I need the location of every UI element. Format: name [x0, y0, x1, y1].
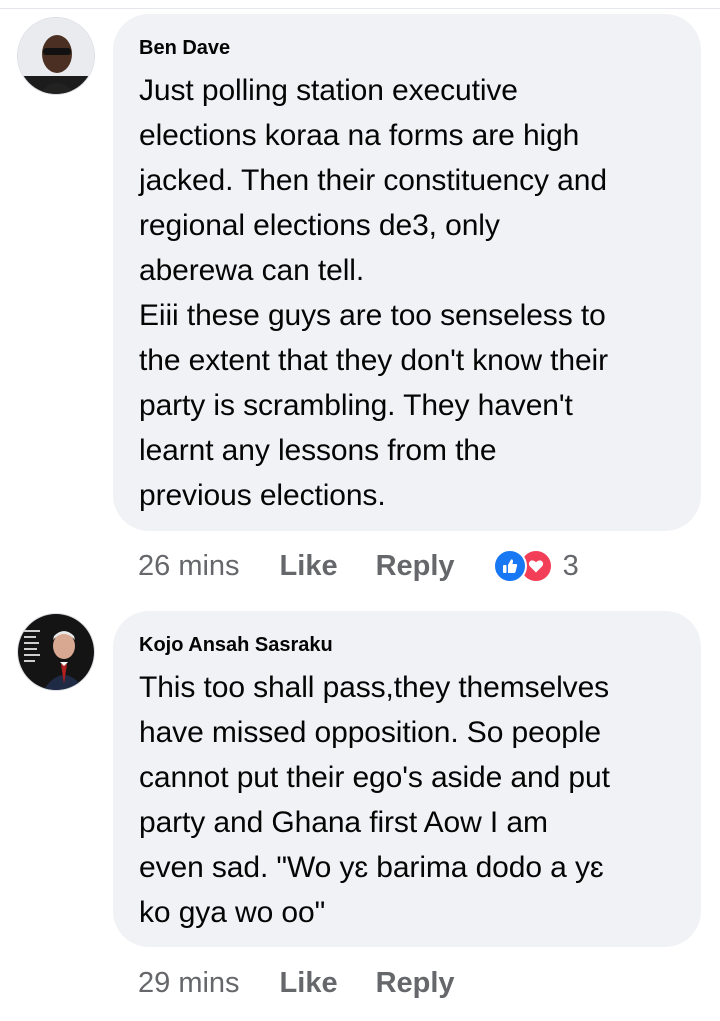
avatar-photo [18, 614, 94, 690]
like-icon [492, 549, 527, 583]
reaction-summary[interactable]: 3 [492, 549, 579, 583]
comment-text: Just polling station executive elections… [139, 74, 608, 512]
comment-bubble: Ben Dave Just polling station executive … [113, 14, 701, 531]
like-button[interactable]: Like [280, 967, 338, 1000]
like-button[interactable]: Like [280, 550, 338, 583]
avatar[interactable] [17, 17, 95, 95]
avatar[interactable] [17, 613, 95, 691]
avatar-photo [18, 18, 94, 94]
reply-button[interactable]: Reply [376, 550, 455, 583]
reply-button[interactable]: Reply [376, 967, 455, 1000]
comment-author[interactable]: Ben Dave [139, 36, 681, 60]
comment-author[interactable]: Kojo Ansah Sasraku [139, 633, 681, 657]
reaction-count: 3 [562, 549, 579, 582]
comment-timestamp[interactable]: 26 mins [138, 550, 240, 583]
comment-actions: 29 mins Like Reply [138, 963, 493, 1003]
comment-actions: 26 mins Like Reply 3 [138, 546, 579, 586]
comment-text: This too shall pass,they themselves have… [139, 671, 610, 929]
comment-timestamp[interactable]: 29 mins [138, 967, 240, 1000]
top-divider [0, 0, 720, 9]
comment-bubble: Kojo Ansah Sasraku This too shall pass,t… [113, 611, 701, 947]
